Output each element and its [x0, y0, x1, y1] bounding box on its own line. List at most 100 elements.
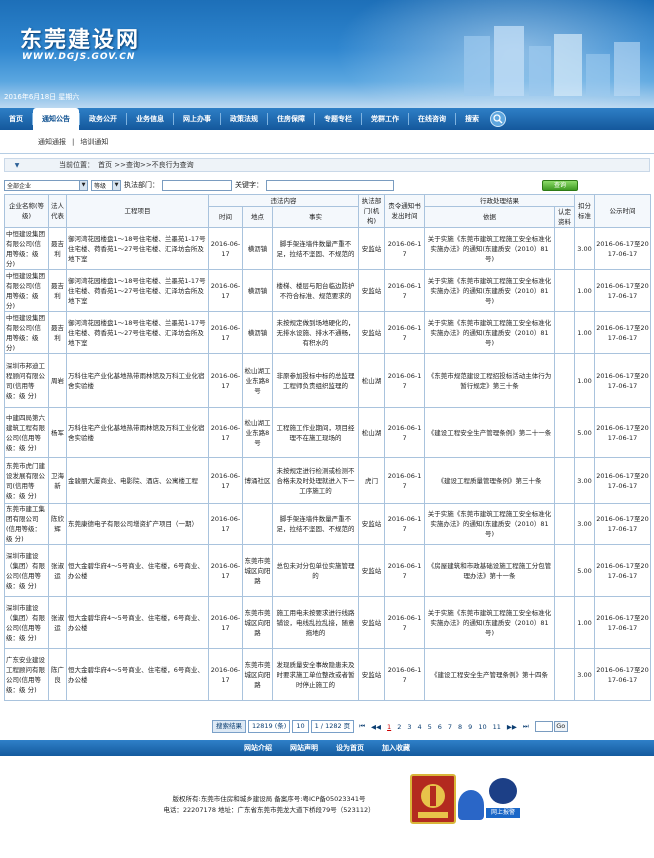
nav-government-affairs[interactable]: 政务公开 — [80, 108, 126, 130]
cell-fact: 脚手架连墙件数量严重不足，拉结不坚固、不规范的 — [271, 227, 360, 270]
nav-online-service[interactable]: 网上办事 — [174, 108, 220, 130]
cell-time: 2016-06-17 — [208, 269, 243, 312]
table-row: 中恒建设集团有限公司(信用等级：级 分) 聂吉利 御河湾花园楼盘1～18号住宅楼、兰… — [4, 311, 652, 354]
cell-period: 2016-06-17至2017-06-17 — [594, 269, 652, 312]
subnav-separator: | — [72, 137, 75, 146]
cell-project[interactable]: 恒大金碧华府4～5号商业、住宅楼，6号商业、办公楼 — [66, 596, 209, 649]
search-icon[interactable] — [490, 111, 506, 127]
page-number[interactable]: 5 — [428, 723, 432, 731]
sub-nav: 通知通报 | 培训通知 — [0, 130, 654, 154]
cell-score: 1.00 — [574, 269, 596, 312]
cell-notice: 2016-06-17 — [384, 596, 426, 649]
cell-person: 聂吉利 — [48, 311, 67, 354]
nav-home[interactable]: 首页 — [0, 108, 32, 130]
cell-project[interactable]: 万科住宅产业化基地热带雨林馆及万科工业化宿舍实验楼 — [66, 407, 209, 458]
page-number[interactable]: 3 — [407, 723, 411, 731]
cell-period: 2016-06-17至2017-06-17 — [594, 353, 652, 408]
prev-page-icon[interactable]: ◀◀ — [371, 723, 381, 731]
dept-input[interactable] — [162, 179, 232, 191]
page-root: 东莞建设网 WWW.DGJS.GOV.CN 2016年6月18日 星期六 首页 … — [0, 0, 654, 858]
chevron-down-icon: ▼ — [112, 180, 120, 190]
go-button[interactable]: Go — [553, 721, 568, 732]
cell-project[interactable]: 金骏丽大厦商业、电影院、酒店、公寓楼工程 — [66, 457, 209, 504]
government-site-badge-icon[interactable] — [410, 774, 456, 824]
nav-consult[interactable]: 在线咨询 — [409, 108, 455, 130]
page-number[interactable]: 2 — [397, 723, 401, 731]
cell-project[interactable]: 御河湾花园楼盘1～18号住宅楼、兰墨苑1-17号住宅楼、荷香苑1～27号住宅楼、… — [66, 227, 209, 270]
per-page[interactable]: 10 — [292, 720, 309, 733]
subnav-notice-report[interactable]: 通知通报 — [38, 137, 66, 147]
page-number[interactable]: 10 — [478, 723, 486, 731]
cell-time: 2016-06-17 — [208, 407, 243, 458]
cell-dept: 虎门 — [358, 457, 386, 504]
page-number[interactable]: 1 — [387, 723, 391, 731]
cell-basis: 关于实施《东莞市建筑工程施工安全标准化实施办法》的通知(东建质安（2010）81… — [424, 311, 556, 354]
nav-search-label[interactable]: 搜索 — [456, 108, 488, 130]
keyword-input[interactable] — [266, 179, 394, 191]
subnav-training[interactable]: 培训通知 — [80, 137, 108, 147]
header-notice: 责令通知书发出时间 — [384, 194, 426, 228]
nav-business-info[interactable]: 业务信息 — [127, 108, 173, 130]
footer-link-statement[interactable]: 网站声明 — [290, 743, 318, 753]
cell-dept: 安监站 — [358, 544, 386, 597]
cell-project[interactable]: 恒大金碧华府4～5号商业、住宅楼，6号商业、办公楼 — [66, 544, 209, 597]
cell-company: 中恒建设集团有限公司(信用等级：级 分) — [4, 269, 49, 312]
company-select[interactable]: 全部企业 ▼ — [4, 179, 88, 191]
table-body: 中恒建设集团有限公司(信用等级：级 分) 聂吉利 御河湾花园楼盘1～18号住宅楼、兰… — [4, 227, 652, 701]
cell-score: 3.00 — [574, 457, 596, 504]
cell-place: 东莞市莞城区向阳路 — [242, 596, 273, 649]
nav-party[interactable]: 党群工作 — [362, 108, 408, 130]
first-page-icon[interactable]: ⏮ — [359, 722, 365, 731]
cell-time: 2016-06-17 — [208, 227, 243, 270]
cell-project[interactable]: 东莞康德电子有限公司增资扩产项目（一期） — [66, 503, 209, 545]
cell-dept: 安监站 — [358, 596, 386, 649]
nav-notices[interactable]: 通知公告 — [33, 108, 79, 130]
goto-page-input[interactable] — [534, 721, 553, 732]
violation-table: 企业名称(等级) 法人代表 工程项目 违法内容 执法部门(机构) 责令通知书发出… — [4, 194, 652, 701]
cell-project[interactable]: 御河湾花园楼盘1～18号住宅楼、兰墨苑1-17号住宅楼、荷香苑1～27号住宅楼、… — [66, 269, 209, 312]
cell-basis: 关于实施《东莞市建筑工程施工安全标准化实施办法》的通知(东建质安（2010）81… — [424, 596, 556, 649]
header-person: 法人代表 — [48, 194, 67, 228]
header-period: 公示时间 — [594, 194, 652, 228]
cell-score: 3.00 — [574, 648, 596, 701]
cell-notice: 2016-06-17 — [384, 353, 426, 408]
header-place: 地点 — [242, 206, 273, 228]
page-number[interactable]: 6 — [438, 723, 442, 731]
nav-policies[interactable]: 政策法规 — [221, 108, 267, 130]
network-police-icon[interactable] — [458, 790, 484, 820]
online-report-badge[interactable]: 网上报警 — [486, 778, 520, 824]
page-number[interactable]: 8 — [458, 723, 462, 731]
cell-notice: 2016-06-17 — [384, 311, 426, 354]
footer-link-favorite[interactable]: 加入收藏 — [382, 743, 410, 753]
footer-link-homepage[interactable]: 设为首页 — [336, 743, 364, 753]
cell-company: 中恒建设集团有限公司(信用等级：级 分) — [4, 311, 49, 354]
cell-period: 2016-06-17至2017-06-17 — [594, 227, 652, 270]
cell-score: 1.00 — [574, 353, 596, 408]
next-page-icon[interactable]: ▶▶ — [507, 723, 517, 731]
cell-basis: 《建设工程安全生产管理条例》第十四条 — [424, 648, 556, 701]
query-button[interactable]: 查询 — [542, 179, 578, 191]
cell-project[interactable]: 恒大金碧华府4～5号商业、住宅楼，6号商业、办公楼 — [66, 648, 209, 701]
header-fact: 事实 — [271, 206, 360, 228]
cell-period: 2016-06-17至2017-06-17 — [594, 596, 652, 649]
grade-select[interactable]: 等级 ▼ — [91, 179, 121, 191]
page-number[interactable]: 11 — [493, 723, 501, 731]
page-number[interactable]: 4 — [417, 723, 421, 731]
last-page-icon[interactable]: ⏭ — [523, 722, 529, 731]
footer-link-about[interactable]: 网站介绍 — [244, 743, 272, 753]
nav-topics[interactable]: 专题专栏 — [315, 108, 361, 130]
nav-housing[interactable]: 住房保障 — [268, 108, 314, 130]
page-info: 1 / 1282 页 — [310, 720, 355, 733]
cell-notice: 2016-06-17 — [384, 544, 426, 597]
cell-project[interactable]: 御河湾花园楼盘1～18号住宅楼、兰墨苑1-17号住宅楼、荷香苑1～27号住宅楼、… — [66, 311, 209, 354]
chevron-down-icon: ▼ — [14, 161, 20, 169]
cell-project[interactable]: 万科住宅产业化基地热带雨林馆及万科工业化宿舍实验楼 — [66, 353, 209, 408]
page-number[interactable]: 9 — [468, 723, 472, 731]
table-row: 中恒建设集团有限公司(信用等级：级 分) 聂吉利 御河湾花园楼盘1～18号住宅楼、兰… — [4, 227, 652, 270]
page-number[interactable]: 7 — [448, 723, 452, 731]
cell-basis: 《东莞市规范建设工程招投标活动主体行为暂行规定》第三十条 — [424, 353, 556, 408]
main-nav: 首页 通知公告 政务公开 业务信息 网上办事 政策法规 住房保障 专题专栏 党群… — [0, 108, 654, 130]
grade-select-value: 等级 — [94, 182, 107, 190]
company-select-value: 全部企业 — [7, 182, 32, 190]
cell-fact: 施工用电未按要求进行线路铺设，电线乱拉乱接，随意拖地的 — [271, 596, 360, 649]
